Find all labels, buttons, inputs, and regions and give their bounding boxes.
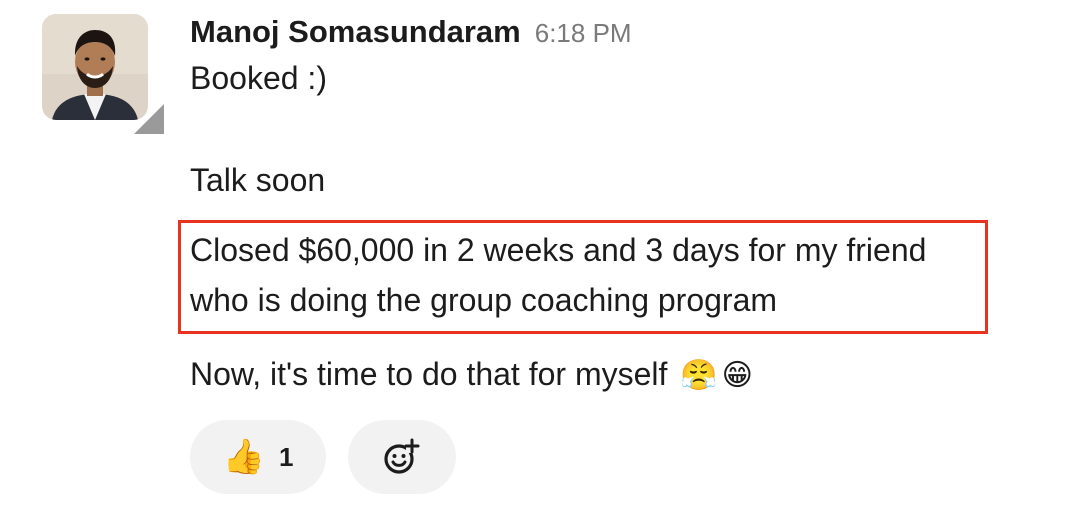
message-line-now-text: Now, it's time to do that for myself [190,356,668,392]
reaction-thumbs-up[interactable]: 👍 1 [190,420,326,494]
thumbs-up-icon: 👍 [222,437,265,477]
message-line-talk-soon: Talk soon [190,162,326,198]
message-line-now: Now, it's time to do that for myself 😤 😁 [190,356,753,393]
presence-indicator [134,104,164,134]
add-emoji-icon [384,438,420,474]
author-name[interactable]: Manoj Somasundaram [190,14,521,50]
chat-message: Manoj Somasundaram 6:18 PM Booked :) Tal… [0,0,1080,524]
steam-from-nose-emoji-icon: 😤 [680,358,718,393]
avatar-photo [42,14,148,120]
message-header: Manoj Somasundaram 6:18 PM [190,14,632,54]
message-line-coaching: who is doing the group coaching program [190,282,778,318]
message-line-closed: Closed $60,000 in 2 weeks and 3 days for… [190,232,927,268]
reaction-count: 1 [278,441,294,472]
message-timestamp[interactable]: 6:18 PM [535,18,632,49]
add-reaction-button[interactable] [348,420,456,494]
grinning-emoji-icon: 😁 [721,358,753,393]
message-line-booked: Booked :) [190,60,327,96]
avatar[interactable] [42,14,148,120]
